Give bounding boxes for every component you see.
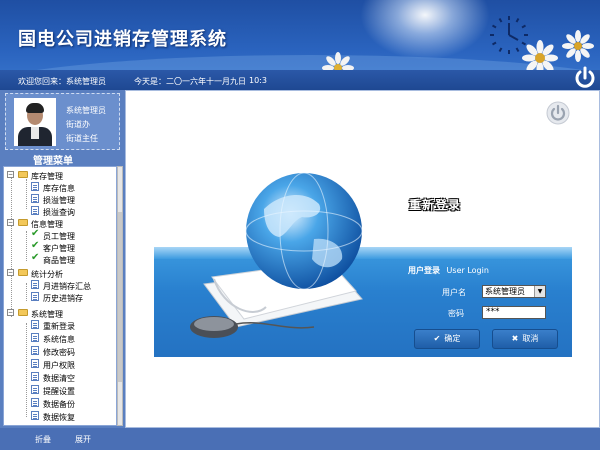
cancel-button[interactable]: ✖ 取消 [492, 329, 558, 349]
menu-tree: − 库存管理 库存信息 损溢管理 损溢查询 − 信息管理 ✔ 员工管理 ✔ 客户… [3, 166, 117, 426]
collapse-toggle-icon[interactable]: − [7, 171, 14, 178]
globe-illustration [190, 172, 363, 338]
document-icon [31, 280, 39, 289]
password-label: 密码 [448, 309, 464, 318]
power-icon[interactable] [573, 66, 597, 90]
welcome-text: 欢迎您回来：系统管理员 [18, 77, 106, 86]
menu-item-employee[interactable]: ✔ 员工管理 [4, 228, 116, 242]
menu-item-loss-query[interactable]: 损溢查询 [4, 205, 116, 217]
expand-button[interactable]: 展开 [75, 434, 91, 445]
main-area: 重新登录 用户登录 User Login 用户名 系统管理员 ▼ 密码 *** … [125, 90, 600, 428]
menu-item-inventory-info[interactable]: 库存信息 [4, 181, 116, 193]
collapse-button[interactable]: 折叠 [35, 434, 51, 445]
folder-icon [18, 171, 28, 178]
document-icon [31, 320, 39, 329]
document-icon [31, 359, 39, 368]
user-position: 街道主任 [66, 134, 98, 143]
document-icon [31, 372, 39, 381]
close-icon: ✖ [511, 334, 519, 343]
user-info: 系统管理员 街道办 街道主任 [66, 104, 106, 146]
status-bar: 欢迎您回来：系统管理员 今天是：二〇一六年十一月九日 10:3 [0, 70, 600, 90]
document-icon [31, 194, 39, 203]
login-heading-en: User Login [446, 266, 489, 275]
ok-button[interactable]: ✔ 确定 [414, 329, 480, 349]
chevron-down-icon[interactable]: ▼ [534, 286, 545, 297]
username-label: 用户名 [442, 288, 466, 297]
menu-item-reminder[interactable]: 提醒设置 [4, 384, 116, 396]
folder-icon [18, 219, 28, 226]
user-dept: 街道办 [66, 120, 90, 129]
folder-icon [18, 309, 28, 316]
checkmark-icon: ✔ [31, 228, 40, 239]
checkmark-icon: ✔ [31, 252, 40, 263]
menu-item-relogin[interactable]: 重新登录 [4, 319, 116, 331]
app-title: 国电公司进销存管理系统 [18, 29, 227, 50]
menu-item-system-info[interactable]: 系统信息 [4, 332, 116, 344]
menu-scrollbar[interactable] [117, 166, 123, 426]
avatar [14, 98, 56, 146]
document-icon [31, 398, 39, 407]
collapse-toggle-icon[interactable]: − [7, 219, 14, 226]
menu-group-inventory[interactable]: − 库存管理 [4, 169, 116, 181]
checkmark-icon: ✔ [433, 334, 441, 343]
folder-icon [18, 269, 28, 276]
footer-bar: 折叠 展开 [0, 428, 600, 450]
login-heading: 用户登录 User Login [408, 265, 489, 276]
time-text: 10:3 [249, 76, 267, 85]
collapse-toggle-icon[interactable]: − [7, 269, 14, 276]
user-card: 系统管理员 街道办 街道主任 [5, 93, 120, 150]
checkmark-icon: ✔ [31, 240, 40, 251]
document-icon [31, 182, 39, 191]
header-banner: 国电公司进销存管理系统 欢迎您回来：系统管理员 今天是：二〇一六年十一月九日 1… [0, 0, 600, 90]
menu-group-stats[interactable]: − 统计分析 [4, 267, 116, 279]
document-icon [31, 411, 39, 420]
login-dialog: 重新登录 用户登录 User Login 用户名 系统管理员 ▼ 密码 *** … [154, 159, 572, 357]
sun-glow [360, 0, 490, 60]
user-role: 系统管理员 [66, 106, 106, 115]
menu-title: 管理菜单 [33, 156, 73, 167]
menu-item-permissions[interactable]: 用户权限 [4, 358, 116, 370]
document-icon [31, 333, 39, 342]
menu-item-monthly-summary[interactable]: 月进销存汇总 [4, 279, 116, 291]
power-icon[interactable] [546, 101, 570, 125]
login-heading-cn: 用户登录 [408, 266, 440, 275]
menu-item-change-password[interactable]: 修改密码 [4, 345, 116, 357]
document-icon [31, 292, 39, 301]
daisy-flower-icon [562, 30, 594, 62]
menu-item-history[interactable]: 历史进销存 [4, 291, 116, 303]
menu-item-backup[interactable]: 数据备份 [4, 397, 116, 409]
menu-group-system[interactable]: − 系统管理 [4, 307, 116, 319]
username-value: 系统管理员 [485, 287, 525, 296]
left-panel: 系统管理员 街道办 街道主任 管理菜单 − 库存管理 库存信息 损溢管理 损溢查… [0, 90, 125, 428]
menu-item-clear-data[interactable]: 数据清空 [4, 371, 116, 383]
relogin-banner: 重新登录 [409, 198, 462, 212]
date-text: 今天是：二〇一六年十一月九日 [134, 77, 246, 86]
menu-item-restore[interactable]: 数据恢复 [4, 410, 116, 422]
menu-item-loss-management[interactable]: 损溢管理 [4, 193, 116, 205]
document-icon [31, 206, 39, 215]
menu-item-customer[interactable]: ✔ 客户管理 [4, 240, 116, 254]
collapse-toggle-icon[interactable]: − [7, 309, 14, 316]
document-icon [31, 385, 39, 394]
document-icon [31, 346, 39, 355]
menu-item-product[interactable]: ✔ 商品管理 [4, 252, 116, 266]
menu-group-info[interactable]: − 信息管理 [4, 217, 116, 229]
username-select[interactable]: 系统管理员 ▼ [482, 285, 546, 298]
password-field[interactable]: *** [482, 306, 546, 319]
